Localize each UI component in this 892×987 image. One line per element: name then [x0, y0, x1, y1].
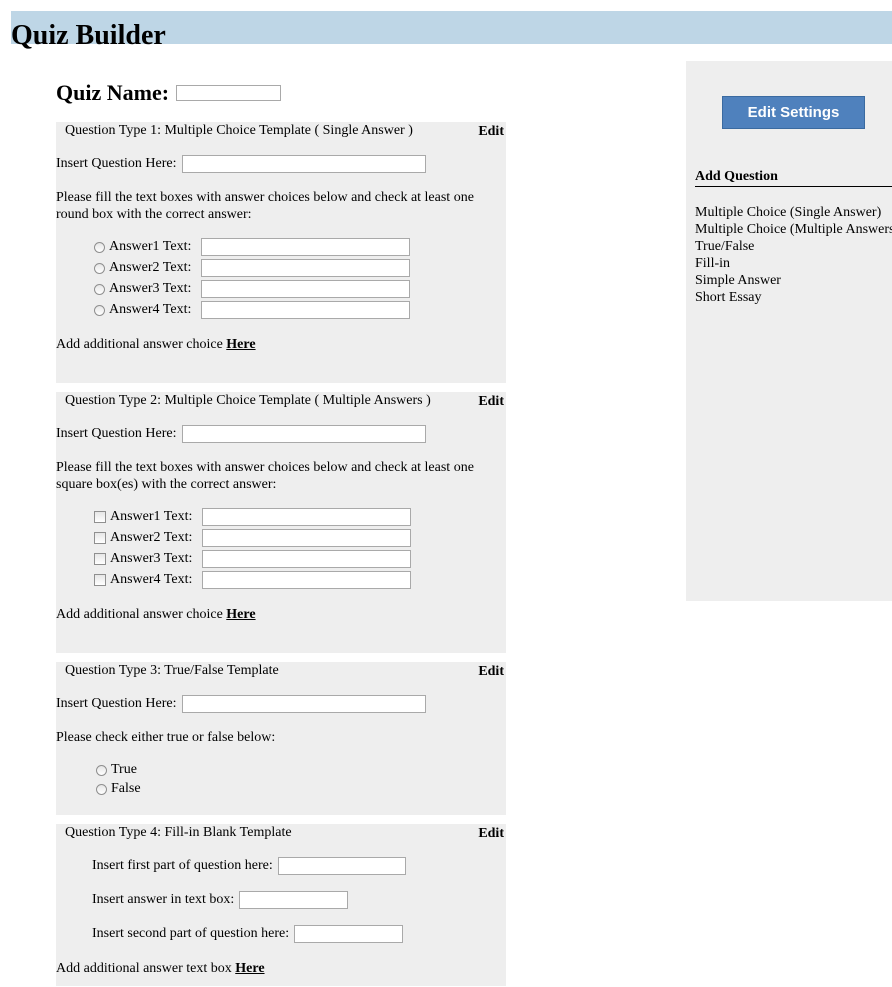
answer-4-text-input[interactable]: [201, 301, 410, 319]
quiz-name-input[interactable]: [176, 85, 282, 101]
question-2-instructions: Please fill the text boxes with answer c…: [56, 460, 474, 492]
add-answer-here-link[interactable]: Here: [226, 607, 255, 622]
add-answer-box-text: Add additional answer text box: [56, 961, 232, 976]
question-3-insert-label: Insert Question Here:: [56, 696, 177, 711]
question-1-title: Question Type 1: Multiple Choice Templat…: [65, 123, 413, 138]
add-question-list: Multiple Choice (Single Answer) Multiple…: [695, 204, 892, 306]
answer-2-text-input[interactable]: [201, 259, 410, 277]
second-part-input[interactable]: [294, 925, 404, 943]
answer-3-text-input[interactable]: [202, 550, 411, 568]
edit-settings-button[interactable]: Edit Settings: [722, 96, 865, 129]
answer-2-label: Answer2 Text:: [109, 260, 192, 275]
question-1-insert-row: Insert Question Here:: [56, 155, 426, 173]
question-1-answer-3: Answer3 Text:: [94, 280, 410, 298]
question-4-panel: Question Type 4: Fill-in Blank Template …: [56, 824, 506, 986]
answer-4-radio[interactable]: [94, 304, 105, 316]
false-label: False: [111, 781, 141, 796]
question-3-text-input[interactable]: [181, 695, 426, 713]
question-4-add-answer-box: Add additional answer text box Here: [56, 961, 265, 977]
answer-1-label: Answer1 Text:: [109, 239, 192, 254]
question-2-text-input[interactable]: [181, 425, 426, 443]
question-2-answer-3: Answer3 Text:: [94, 550, 411, 568]
question-1-answer-1: Answer1 Text:: [94, 238, 410, 256]
answer-box-label: Insert answer in text box:: [92, 892, 235, 907]
answer-3-text-input[interactable]: [201, 280, 410, 298]
quiz-name-row: Quiz Name:: [56, 80, 282, 106]
first-part-input[interactable]: [277, 857, 406, 875]
add-answer-text: Add additional answer choice: [56, 337, 223, 352]
sidebar: Edit Settings Add Question Multiple Choi…: [686, 61, 892, 601]
add-question-item-mc-multiple[interactable]: Multiple Choice (Multiple Answers): [695, 221, 892, 238]
question-2-insert-row: Insert Question Here:: [56, 425, 426, 443]
answer-2-checkbox[interactable]: [94, 532, 106, 544]
question-3-panel: Question Type 3: True/False Template Edi…: [56, 662, 506, 815]
question-1-instructions: Please fill the text boxes with answer c…: [56, 190, 474, 222]
question-1-edit-link[interactable]: Edit: [478, 124, 504, 140]
page-title: Quiz Builder: [11, 20, 166, 51]
add-answer-text: Add additional answer choice: [56, 607, 223, 622]
question-3-edit-link[interactable]: Edit: [478, 664, 504, 680]
question-4-answer-row: Insert answer in text box:: [92, 891, 349, 909]
question-2-answer-1: Answer1 Text:: [94, 508, 411, 526]
question-1-insert-label: Insert Question Here:: [56, 156, 177, 171]
question-2-answer-4: Answer4 Text:: [94, 571, 411, 589]
question-3-title: Question Type 3: True/False Template: [65, 663, 279, 678]
answer-4-label: Answer4 Text:: [110, 572, 193, 587]
question-3-instructions: Please check either true or false below:: [56, 730, 276, 745]
answer-1-label: Answer1 Text:: [110, 509, 193, 524]
question-1-text-input[interactable]: [181, 155, 426, 173]
question-1-panel: Question Type 1: Multiple Choice Templat…: [56, 122, 506, 383]
add-answer-box-here-link[interactable]: Here: [235, 961, 264, 976]
question-4-title: Question Type 4: Fill-in Blank Template: [65, 825, 292, 840]
add-question-header: Add Question: [695, 169, 892, 187]
question-4-second-part-row: Insert second part of question here:: [92, 925, 404, 943]
question-2-answer-2: Answer2 Text:: [94, 529, 411, 547]
false-radio[interactable]: [96, 783, 107, 795]
add-question-item-true-false[interactable]: True/False: [695, 238, 892, 255]
answer-1-checkbox[interactable]: [94, 511, 106, 523]
question-2-edit-link[interactable]: Edit: [478, 394, 504, 410]
answer-4-text-input[interactable]: [202, 571, 411, 589]
question-4-first-part-row: Insert first part of question here:: [92, 857, 406, 875]
answer-4-label: Answer4 Text:: [109, 302, 192, 317]
question-2-panel: Question Type 2: Multiple Choice Templat…: [56, 392, 506, 653]
add-question-item-simple-answer[interactable]: Simple Answer: [695, 272, 892, 289]
quiz-name-label: Quiz Name:: [56, 80, 170, 105]
add-answer-here-link[interactable]: Here: [226, 337, 255, 352]
answer-1-text-input[interactable]: [202, 508, 411, 526]
answer-box-input[interactable]: [239, 891, 349, 909]
true-radio[interactable]: [96, 764, 107, 776]
answer-3-checkbox[interactable]: [94, 553, 106, 565]
answer-2-text-input[interactable]: [202, 529, 411, 547]
answer-3-radio[interactable]: [94, 283, 105, 295]
true-option: True: [96, 762, 137, 778]
answer-1-text-input[interactable]: [201, 238, 410, 256]
first-part-label: Insert first part of question here:: [92, 858, 273, 873]
add-question-item-mc-single[interactable]: Multiple Choice (Single Answer): [695, 204, 892, 221]
answer-1-radio[interactable]: [94, 241, 105, 253]
question-1-answer-2: Answer2 Text:: [94, 259, 410, 277]
answer-2-label: Answer2 Text:: [110, 530, 193, 545]
second-part-label: Insert second part of question here:: [92, 926, 290, 941]
question-4-edit-link[interactable]: Edit: [478, 826, 504, 842]
question-2-add-answer: Add additional answer choice Here: [56, 607, 256, 623]
answer-3-label: Answer3 Text:: [110, 551, 193, 566]
question-2-insert-label: Insert Question Here:: [56, 426, 177, 441]
answer-2-radio[interactable]: [94, 262, 105, 274]
answer-3-label: Answer3 Text:: [109, 281, 192, 296]
false-option: False: [96, 781, 141, 797]
question-1-add-answer: Add additional answer choice Here: [56, 337, 256, 353]
add-question-item-fill-in[interactable]: Fill-in: [695, 255, 892, 272]
question-1-answer-4: Answer4 Text:: [94, 301, 410, 319]
true-label: True: [111, 762, 137, 777]
header-bar: Quiz Builder: [11, 11, 892, 50]
question-3-insert-row: Insert Question Here:: [56, 695, 426, 713]
add-question-item-short-essay[interactable]: Short Essay: [695, 289, 892, 306]
question-2-title: Question Type 2: Multiple Choice Templat…: [65, 393, 431, 408]
answer-4-checkbox[interactable]: [94, 574, 106, 586]
